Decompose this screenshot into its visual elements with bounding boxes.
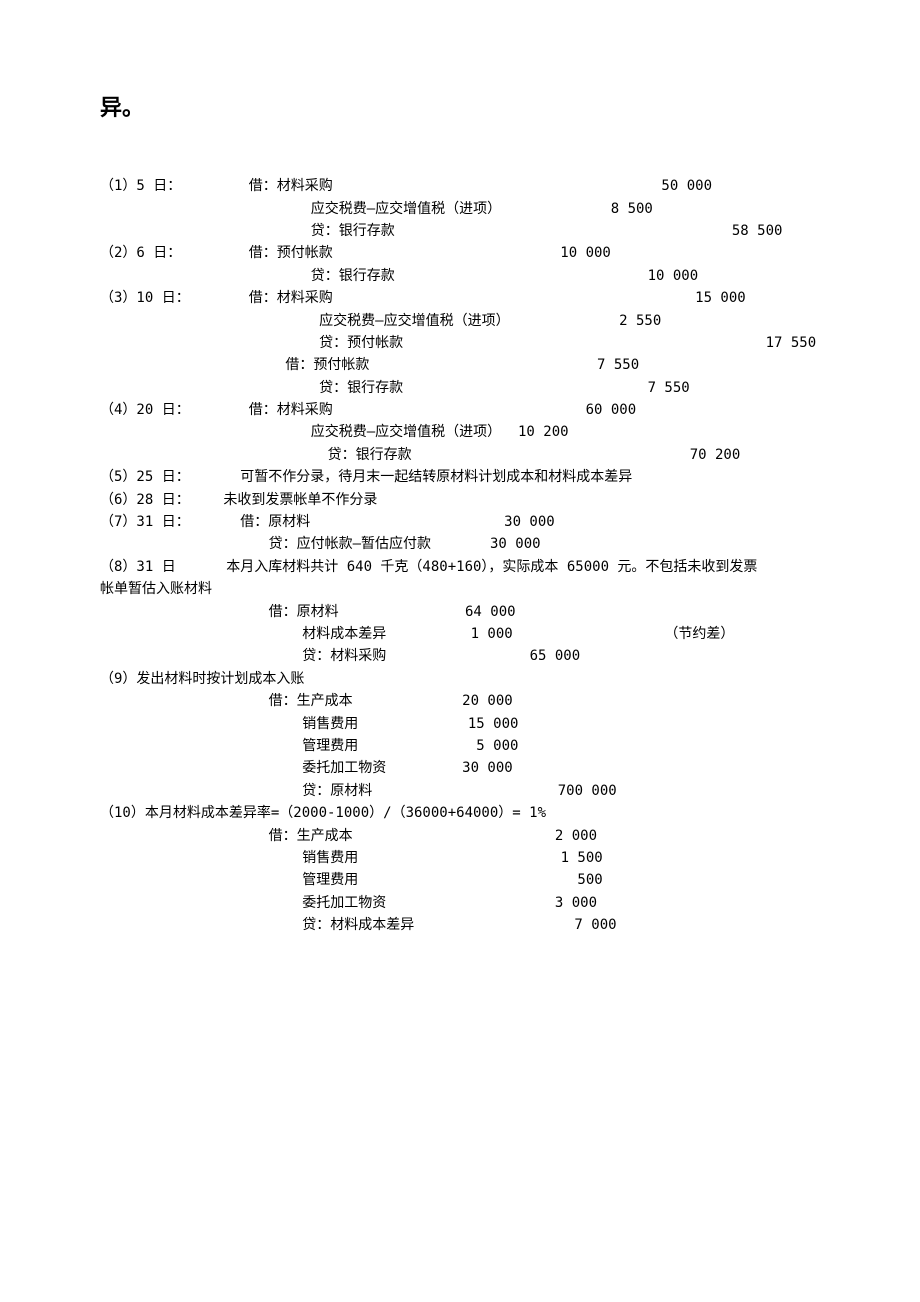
journal-line: （8）31 日 本月入库材料共计 640 千克（480+160），实际成本 65… (100, 556, 820, 578)
journal-line: （7）31 日： 借：原材料 30 000 (100, 511, 820, 533)
journal-line: 材料成本差异 1 000 （节约差） (100, 623, 820, 645)
journal-line: （3）10 日： 借：材料采购 15 000 (100, 287, 820, 309)
journal-line: 借：预付帐款 7 550 (100, 354, 820, 376)
page-header: 异。 (100, 90, 820, 125)
journal-line: 委托加工物资 30 000 (100, 757, 820, 779)
journal-line: 贷：材料采购 65 000 (100, 645, 820, 667)
journal-line: 销售费用 1 500 (100, 847, 820, 869)
journal-line: 贷：原材料 700 000 (100, 780, 820, 802)
journal-line: 应交税费—应交增值税（进项） 10 200 (100, 421, 820, 443)
journal-line: 帐单暂估入账材料 (100, 578, 820, 600)
journal-line: （2）6 日： 借：预付帐款 10 000 (100, 242, 820, 264)
journal-line: （4）20 日： 借：材料采购 60 000 (100, 399, 820, 421)
journal-line: 借：生产成本 20 000 (100, 690, 820, 712)
journal-line: （1）5 日： 借：材料采购 50 000 (100, 175, 820, 197)
journal-line: 贷：预付帐款 17 550 (100, 332, 820, 354)
journal-line: （9）发出材料时按计划成本入账 (100, 668, 820, 690)
journal-line: （6）28 日： 未收到发票帐单不作分录 (100, 489, 820, 511)
journal-line: 贷：材料成本差异 7 000 (100, 914, 820, 936)
journal-line: （5）25 日： 可暂不作分录，待月末一起结转原材料计划成本和材料成本差异 (100, 466, 820, 488)
journal-line: 借：原材料 64 000 (100, 601, 820, 623)
document-body: （1）5 日： 借：材料采购 50 000 应交税费—应交增值税（进项） 8 5… (100, 175, 820, 936)
journal-line: 贷：银行存款 58 500 (100, 220, 820, 242)
journal-line: 管理费用 500 (100, 869, 820, 891)
journal-line: 委托加工物资 3 000 (100, 892, 820, 914)
journal-line: 应交税费—应交增值税（进项） 8 500 (100, 198, 820, 220)
journal-line: 管理费用 5 000 (100, 735, 820, 757)
journal-line: 销售费用 15 000 (100, 713, 820, 735)
journal-line: 应交税费—应交增值税（进项） 2 550 (100, 310, 820, 332)
journal-line: 贷：银行存款 70 200 (100, 444, 820, 466)
journal-line: 贷：银行存款 7 550 (100, 377, 820, 399)
journal-line: 借：生产成本 2 000 (100, 825, 820, 847)
journal-line: 贷：应付帐款—暂估应付款 30 000 (100, 533, 820, 555)
journal-line: （10）本月材料成本差异率=（2000-1000）/（36000+64000）=… (100, 802, 820, 824)
journal-line: 贷：银行存款 10 000 (100, 265, 820, 287)
